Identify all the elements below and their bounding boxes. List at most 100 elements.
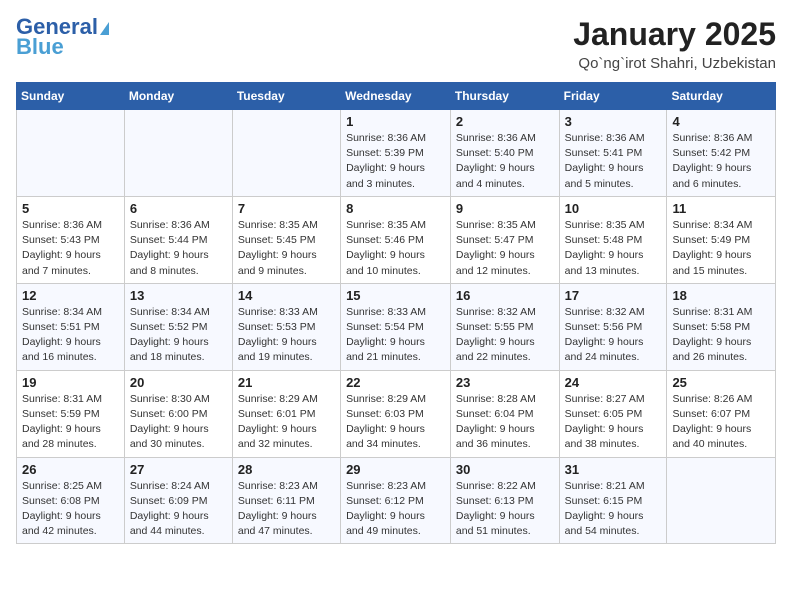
- calendar-day-cell: 24 Sunrise: 8:27 AMSunset: 6:05 PMDayligh…: [559, 370, 667, 457]
- calendar-day-cell: 23 Sunrise: 8:28 AMSunset: 6:04 PMDayligh…: [450, 370, 559, 457]
- calendar-day-cell: 12 Sunrise: 8:34 AMSunset: 5:51 PMDayligh…: [17, 283, 125, 370]
- logo-triangle-icon: [100, 22, 109, 35]
- day-info: Sunrise: 8:25 AMSunset: 6:08 PMDaylight:…: [22, 479, 119, 540]
- day-info: Sunrise: 8:31 AMSunset: 5:59 PMDaylight:…: [22, 392, 119, 453]
- calendar-day-cell: 21 Sunrise: 8:29 AMSunset: 6:01 PMDayligh…: [232, 370, 340, 457]
- day-number: 3: [565, 114, 662, 129]
- day-info: Sunrise: 8:34 AMSunset: 5:51 PMDaylight:…: [22, 305, 119, 366]
- day-info: Sunrise: 8:35 AMSunset: 5:45 PMDaylight:…: [238, 218, 335, 279]
- day-info: Sunrise: 8:36 AMSunset: 5:39 PMDaylight:…: [346, 131, 445, 192]
- calendar-day-cell: 15Sunrise: 8:33 AMSunset: 5:54 PMDayligh…: [341, 283, 451, 370]
- calendar-day-cell: [17, 110, 125, 197]
- calendar-day-cell: 19 Sunrise: 8:31 AMSunset: 5:59 PMDayligh…: [17, 370, 125, 457]
- day-info: Sunrise: 8:34 AMSunset: 5:49 PMDaylight:…: [672, 218, 770, 279]
- calendar-day-cell: 5 Sunrise: 8:36 AMSunset: 5:43 PMDaylight…: [17, 196, 125, 283]
- calendar-day-cell: 16 Sunrise: 8:32 AMSunset: 5:55 PMDayligh…: [450, 283, 559, 370]
- calendar-day-cell: 4 Sunrise: 8:36 AMSunset: 5:42 PMDaylight…: [667, 110, 776, 197]
- calendar-day-cell: 27 Sunrise: 8:24 AMSunset: 6:09 PMDayligh…: [124, 457, 232, 544]
- calendar-day-cell: 13 Sunrise: 8:34 AMSunset: 5:52 PMDayligh…: [124, 283, 232, 370]
- calendar-day-cell: 20Sunrise: 8:30 AMSunset: 6:00 PMDayligh…: [124, 370, 232, 457]
- calendar-day-cell: 22 Sunrise: 8:29 AMSunset: 6:03 PMDayligh…: [341, 370, 451, 457]
- calendar-day-cell: 11 Sunrise: 8:34 AMSunset: 5:49 PMDayligh…: [667, 196, 776, 283]
- calendar-day-cell: 26 Sunrise: 8:25 AMSunset: 6:08 PMDayligh…: [17, 457, 125, 544]
- day-info: Sunrise: 8:36 AMSunset: 5:43 PMDaylight:…: [22, 218, 119, 279]
- weekday-header: Sunday: [17, 83, 125, 110]
- day-number: 14: [238, 288, 335, 303]
- calendar-day-cell: 17 Sunrise: 8:32 AMSunset: 5:56 PMDayligh…: [559, 283, 667, 370]
- day-info: Sunrise: 8:36 AMSunset: 5:40 PMDaylight:…: [456, 131, 554, 192]
- day-number: 18: [672, 288, 770, 303]
- day-number: 12: [22, 288, 119, 303]
- day-info: Sunrise: 8:31 AMSunset: 5:58 PMDaylight:…: [672, 305, 770, 366]
- day-info: Sunrise: 8:23 AMSunset: 6:12 PMDaylight:…: [346, 479, 445, 540]
- calendar-week-row: 12 Sunrise: 8:34 AMSunset: 5:51 PMDayligh…: [17, 283, 776, 370]
- day-info: Sunrise: 8:32 AMSunset: 5:56 PMDaylight:…: [565, 305, 662, 366]
- day-info: Sunrise: 8:21 AMSunset: 6:15 PMDaylight:…: [565, 479, 662, 540]
- weekday-header: Wednesday: [341, 83, 451, 110]
- calendar-table: SundayMondayTuesdayWednesdayThursdayFrid…: [16, 82, 776, 544]
- calendar-day-cell: 1Sunrise: 8:36 AMSunset: 5:39 PMDaylight…: [341, 110, 451, 197]
- day-number: 22: [346, 375, 445, 390]
- calendar-day-cell: [232, 110, 340, 197]
- calendar-day-cell: 6 Sunrise: 8:36 AMSunset: 5:44 PMDaylight…: [124, 196, 232, 283]
- day-info: Sunrise: 8:29 AMSunset: 6:01 PMDaylight:…: [238, 392, 335, 453]
- day-number: 17: [565, 288, 662, 303]
- weekday-header: Friday: [559, 83, 667, 110]
- day-number: 21: [238, 375, 335, 390]
- day-number: 25: [672, 375, 770, 390]
- calendar-day-cell: 29Sunrise: 8:23 AMSunset: 6:12 PMDayligh…: [341, 457, 451, 544]
- day-info: Sunrise: 8:35 AMSunset: 5:46 PMDaylight:…: [346, 218, 445, 279]
- day-number: 30: [456, 462, 554, 477]
- day-number: 26: [22, 462, 119, 477]
- day-info: Sunrise: 8:29 AMSunset: 6:03 PMDaylight:…: [346, 392, 445, 453]
- calendar-day-cell: 8 Sunrise: 8:35 AMSunset: 5:46 PMDaylight…: [341, 196, 451, 283]
- day-info: Sunrise: 8:23 AMSunset: 6:11 PMDaylight:…: [238, 479, 335, 540]
- day-info: Sunrise: 8:34 AMSunset: 5:52 PMDaylight:…: [130, 305, 227, 366]
- calendar-day-cell: 2 Sunrise: 8:36 AMSunset: 5:40 PMDaylight…: [450, 110, 559, 197]
- day-number: 4: [672, 114, 770, 129]
- day-info: Sunrise: 8:33 AMSunset: 5:53 PMDaylight:…: [238, 305, 335, 366]
- calendar-day-cell: 30Sunrise: 8:22 AMSunset: 6:13 PMDayligh…: [450, 457, 559, 544]
- day-info: Sunrise: 8:24 AMSunset: 6:09 PMDaylight:…: [130, 479, 227, 540]
- day-number: 2: [456, 114, 554, 129]
- calendar-day-cell: 14 Sunrise: 8:33 AMSunset: 5:53 PMDayligh…: [232, 283, 340, 370]
- day-info: Sunrise: 8:27 AMSunset: 6:05 PMDaylight:…: [565, 392, 662, 453]
- day-number: 20: [130, 375, 227, 390]
- calendar-header-row: SundayMondayTuesdayWednesdayThursdayFrid…: [17, 83, 776, 110]
- day-number: 8: [346, 201, 445, 216]
- day-number: 7: [238, 201, 335, 216]
- calendar-day-cell: 10Sunrise: 8:35 AMSunset: 5:48 PMDayligh…: [559, 196, 667, 283]
- calendar-subtitle: Qo`ng`irot Shahri, Uzbekistan: [573, 55, 776, 72]
- day-number: 24: [565, 375, 662, 390]
- calendar-day-cell: 7 Sunrise: 8:35 AMSunset: 5:45 PMDaylight…: [232, 196, 340, 283]
- calendar-day-cell: 28Sunrise: 8:23 AMSunset: 6:11 PMDayligh…: [232, 457, 340, 544]
- calendar-day-cell: 9Sunrise: 8:35 AMSunset: 5:47 PMDaylight…: [450, 196, 559, 283]
- day-info: Sunrise: 8:32 AMSunset: 5:55 PMDaylight:…: [456, 305, 554, 366]
- day-info: Sunrise: 8:36 AMSunset: 5:41 PMDaylight:…: [565, 131, 662, 192]
- calendar-week-row: 26 Sunrise: 8:25 AMSunset: 6:08 PMDayligh…: [17, 457, 776, 544]
- calendar-week-row: 19 Sunrise: 8:31 AMSunset: 5:59 PMDayligh…: [17, 370, 776, 457]
- day-number: 19: [22, 375, 119, 390]
- calendar-day-cell: 31 Sunrise: 8:21 AMSunset: 6:15 PMDayligh…: [559, 457, 667, 544]
- logo-blue: Blue: [16, 36, 64, 58]
- day-number: 6: [130, 201, 227, 216]
- day-number: 27: [130, 462, 227, 477]
- day-number: 5: [22, 201, 119, 216]
- day-info: Sunrise: 8:35 AMSunset: 5:48 PMDaylight:…: [565, 218, 662, 279]
- day-info: Sunrise: 8:36 AMSunset: 5:44 PMDaylight:…: [130, 218, 227, 279]
- day-number: 13: [130, 288, 227, 303]
- day-number: 23: [456, 375, 554, 390]
- header: General Blue January 2025 Qo`ng`irot Sha…: [16, 16, 776, 72]
- calendar-title: January 2025: [573, 16, 776, 53]
- weekday-header: Thursday: [450, 83, 559, 110]
- calendar-day-cell: 3 Sunrise: 8:36 AMSunset: 5:41 PMDaylight…: [559, 110, 667, 197]
- day-info: Sunrise: 8:28 AMSunset: 6:04 PMDaylight:…: [456, 392, 554, 453]
- calendar-day-cell: 25 Sunrise: 8:26 AMSunset: 6:07 PMDayligh…: [667, 370, 776, 457]
- day-number: 11: [672, 201, 770, 216]
- day-number: 31: [565, 462, 662, 477]
- day-info: Sunrise: 8:36 AMSunset: 5:42 PMDaylight:…: [672, 131, 770, 192]
- weekday-header: Monday: [124, 83, 232, 110]
- calendar-day-cell: [124, 110, 232, 197]
- day-info: Sunrise: 8:26 AMSunset: 6:07 PMDaylight:…: [672, 392, 770, 453]
- day-number: 16: [456, 288, 554, 303]
